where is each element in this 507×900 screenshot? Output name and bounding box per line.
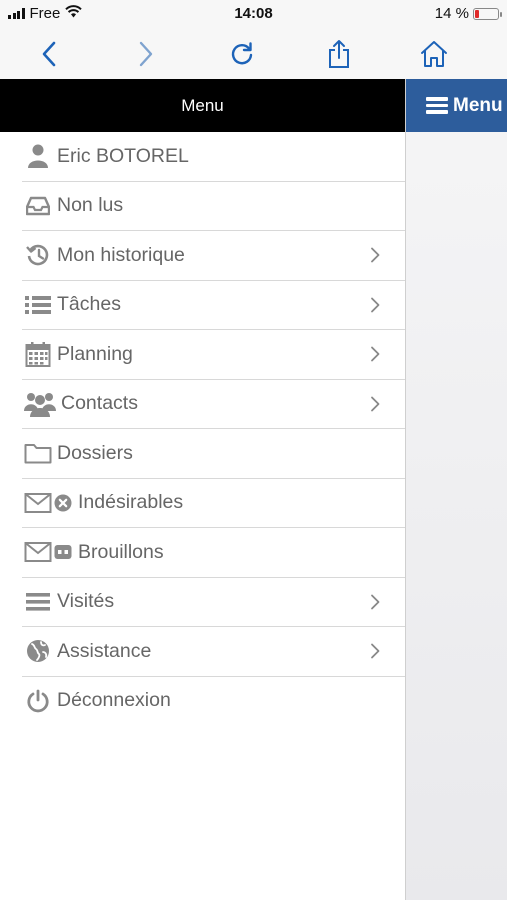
menu-toggle-button[interactable]: Menu — [406, 79, 507, 132]
home-icon — [421, 41, 447, 67]
history-icon — [24, 242, 52, 268]
reload-button[interactable] — [222, 34, 262, 74]
chevron-right-icon — [139, 41, 153, 67]
menu-item-history[interactable]: Mon historique — [22, 231, 405, 281]
menu-item-profile[interactable]: Eric BOTOREL — [22, 132, 405, 182]
menu-item-visited[interactable]: Visités — [22, 578, 405, 627]
chevron-right-icon — [371, 247, 380, 263]
menu-item-logout[interactable]: Déconnexion — [22, 677, 405, 726]
battery-percent: 14 % — [434, 5, 469, 22]
status-right: 14 % — [434, 5, 502, 22]
menu-item-label: Déconnexion — [57, 689, 171, 712]
home-button[interactable] — [414, 34, 454, 74]
draft-icon — [53, 542, 73, 562]
menu-item-contacts[interactable]: Contacts — [22, 380, 405, 429]
menu-title: Menu — [181, 95, 224, 115]
browser-toolbar — [0, 28, 507, 79]
back-button[interactable] — [29, 34, 69, 74]
menu-item-label: Brouillons — [78, 540, 164, 563]
menu-item-label: Planning — [57, 342, 133, 365]
chevron-right-icon — [371, 297, 380, 312]
menu-item-label: Assistance — [57, 639, 152, 662]
menu-list: Eric BOTOREL Non lus Mon historique Tâch… — [0, 132, 405, 725]
menu-item-label: Eric BOTOREL — [57, 144, 189, 167]
menu-item-spam[interactable]: Indésirables — [22, 479, 405, 528]
menu-header: Menu — [0, 79, 405, 132]
globe-icon — [24, 638, 52, 664]
status-bar: Free 14:08 14 % — [0, 0, 507, 28]
side-menu: Eric BOTOREL Non lus Mon historique Tâch… — [0, 132, 405, 900]
inbox-icon — [24, 193, 52, 219]
menu-item-label: Contacts — [61, 392, 138, 415]
menu-toggle-label: Menu — [453, 94, 503, 116]
hamburger-icon — [426, 97, 448, 114]
envelope-icon — [24, 539, 52, 565]
chevron-right-icon — [371, 346, 380, 362]
menu-item-label: Indésirables — [78, 491, 184, 514]
task-list-icon — [24, 292, 52, 318]
chevron-right-icon — [371, 594, 380, 609]
battery-icon — [473, 7, 502, 20]
menu-item-tasks[interactable]: Tâches — [22, 281, 405, 330]
menu-item-label: Visités — [57, 590, 115, 613]
chevron-left-icon — [42, 41, 56, 67]
content-panel[interactable]: Menu — [405, 79, 507, 900]
forward-button[interactable] — [126, 34, 166, 74]
menu-item-label: Dossiers — [57, 441, 133, 464]
menu-item-drafts[interactable]: Brouillons — [22, 528, 405, 578]
chevron-right-icon — [371, 396, 380, 411]
calendar-icon — [24, 341, 52, 368]
menu-item-unread[interactable]: Non lus — [22, 182, 405, 231]
menu-item-assistance[interactable]: Assistance — [22, 627, 405, 677]
menu-item-folders[interactable]: Dossiers — [22, 429, 405, 479]
status-time: 14:08 — [234, 5, 273, 22]
chevron-right-icon — [371, 643, 380, 659]
power-icon — [24, 688, 52, 714]
menu-item-planning[interactable]: Planning — [22, 330, 405, 380]
menu-item-label: Non lus — [57, 194, 124, 217]
share-button[interactable] — [319, 34, 359, 74]
menu-item-label: Tâches — [57, 293, 121, 316]
close-circle-icon — [53, 493, 73, 513]
user-icon — [24, 143, 52, 169]
bars-icon — [24, 589, 52, 615]
reload-icon — [231, 42, 253, 65]
envelope-icon — [24, 490, 52, 516]
users-icon — [24, 391, 56, 417]
folder-icon — [24, 440, 52, 466]
share-icon — [329, 40, 349, 68]
menu-item-label: Mon historique — [57, 243, 185, 266]
